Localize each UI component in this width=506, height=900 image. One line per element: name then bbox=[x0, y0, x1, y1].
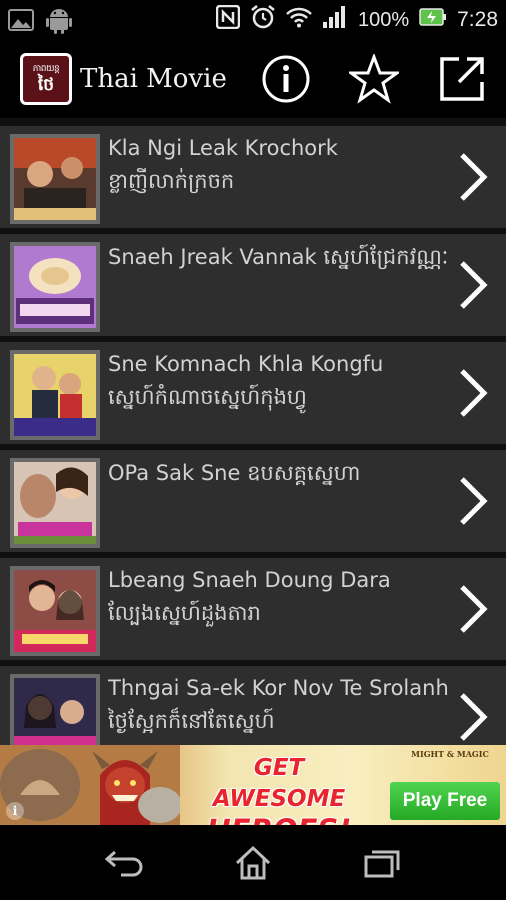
app-logo-top-text: ភាពយន្ត bbox=[32, 63, 60, 74]
chevron-right-icon bbox=[460, 153, 488, 201]
recents-icon bbox=[364, 850, 400, 877]
chevron-right-icon bbox=[460, 477, 488, 525]
ad-info-icon[interactable]: i bbox=[6, 802, 24, 820]
battery-charging-icon bbox=[419, 7, 447, 33]
list-item[interactable]: Kla Ngi Leak Krochork ខ្លាញីលាក់ក្រចក bbox=[0, 126, 506, 228]
share-button[interactable] bbox=[418, 40, 506, 118]
app-logo-bottom-text: ថៃ bbox=[37, 74, 55, 95]
ad-headline-line1: GET AWESOME bbox=[212, 755, 346, 812]
action-bar: ភាពយន្ត ថៃ Thai Movie bbox=[0, 40, 506, 118]
wifi-icon bbox=[286, 6, 312, 34]
movie-title: Snaeh Jreak Vannak ស្នេហ៍ជ្រែកវណ្ណៈ bbox=[108, 245, 449, 269]
movie-thumbnail bbox=[10, 674, 100, 745]
movie-thumbnail bbox=[10, 350, 100, 440]
back-button[interactable] bbox=[84, 833, 164, 893]
chevron-right-icon bbox=[460, 693, 488, 741]
battery-percent: 100% bbox=[357, 8, 410, 31]
clock: 7:28 bbox=[457, 8, 498, 31]
app-logo[interactable]: ភាពយន្ត ថៃ bbox=[20, 53, 72, 105]
signal-icon bbox=[322, 5, 348, 35]
ad-headline-line2: HEROES! bbox=[184, 815, 374, 826]
movie-subtitle: ថ្ងៃស្អែកក៏នៅតែស្នេហ៍ bbox=[108, 709, 275, 733]
share-icon bbox=[440, 57, 484, 101]
star-icon bbox=[349, 54, 399, 104]
movie-thumbnail bbox=[10, 458, 100, 548]
movie-title: Thngai Sa-ek Kor Nov Te Srolanh bbox=[108, 676, 449, 700]
movie-thumbnail bbox=[10, 134, 100, 224]
play-free-button[interactable]: Play Free bbox=[390, 782, 500, 820]
movie-title: Sne Komnach Khla Kongfu bbox=[108, 352, 384, 376]
status-bar: 100% 7:28 bbox=[0, 0, 506, 40]
info-button[interactable] bbox=[242, 40, 330, 118]
back-icon bbox=[105, 850, 143, 876]
ad-hero-artwork bbox=[0, 745, 180, 825]
chevron-right-icon bbox=[460, 585, 488, 633]
list-item[interactable]: Thngai Sa-ek Kor Nov Te Srolanh ថ្ងៃស្អែ… bbox=[0, 666, 506, 745]
home-icon bbox=[235, 845, 271, 879]
movie-subtitle: ខ្លាញីលាក់ក្រចក bbox=[108, 169, 235, 193]
recents-button[interactable] bbox=[342, 833, 422, 893]
home-button[interactable] bbox=[213, 833, 293, 893]
movie-list[interactable]: Kla Ngi Leak Krochork ខ្លាញីលាក់ក្រចក Sn… bbox=[0, 118, 506, 745]
app-title: Thai Movie bbox=[80, 64, 227, 94]
movie-subtitle: ល្បែងស្នេហ៍ដួងតារា bbox=[108, 601, 261, 625]
movie-title: OPa Sak Sne ឧបសគ្គស្នេហា bbox=[108, 461, 361, 485]
navigation-bar bbox=[0, 825, 506, 900]
image-icon bbox=[8, 8, 34, 32]
movie-thumbnail bbox=[10, 566, 100, 656]
nfc-icon bbox=[215, 4, 241, 35]
list-item[interactable]: Sne Komnach Khla Kongfu ស្នេហ៍កំណាចស្នេហ… bbox=[0, 342, 506, 444]
list-item[interactable]: Snaeh Jreak Vannak ស្នេហ៍ជ្រែកវណ្ណៈ bbox=[0, 234, 506, 336]
movie-title: Kla Ngi Leak Krochork bbox=[108, 136, 338, 160]
ad-headline: GET AWESOME HEROES! bbox=[184, 753, 374, 825]
ad-brand-logo: MIGHT & MAGIC bbox=[411, 749, 489, 759]
favorite-button[interactable] bbox=[330, 40, 418, 118]
alarm-icon bbox=[250, 4, 276, 36]
movie-thumbnail bbox=[10, 242, 100, 332]
ad-banner[interactable]: i GET AWESOME HEROES! MIGHT & MAGIC Play… bbox=[0, 745, 506, 825]
android-icon bbox=[46, 6, 72, 34]
list-item[interactable]: OPa Sak Sne ឧបសគ្គស្នេហា bbox=[0, 450, 506, 552]
movie-title: Lbeang Snaeh Doung Dara bbox=[108, 568, 391, 592]
chevron-right-icon bbox=[460, 261, 488, 309]
movie-subtitle: ស្នេហ៍កំណាចស្នេហ៍កុងហ្វូ bbox=[108, 385, 307, 409]
list-item[interactable]: Lbeang Snaeh Doung Dara ល្បែងស្នេហ៍ដួងតា… bbox=[0, 558, 506, 660]
info-icon bbox=[262, 55, 310, 103]
chevron-right-icon bbox=[460, 369, 488, 417]
